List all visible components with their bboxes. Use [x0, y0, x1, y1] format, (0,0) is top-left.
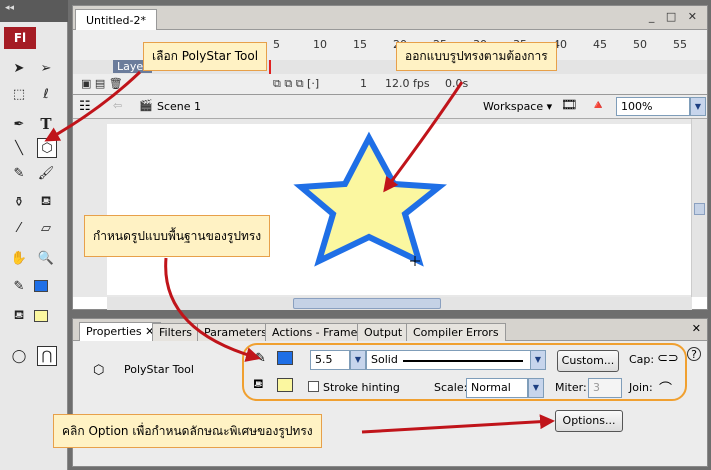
tab-actions-frame[interactable]: Actions - Frame — [265, 323, 365, 341]
selection-tool-icon[interactable]: ➤ — [9, 58, 29, 78]
vertical-scrollbar[interactable] — [691, 119, 707, 297]
current-frame: 1 — [360, 77, 367, 90]
frame-number: 15 — [353, 38, 367, 51]
zoom-dropdown-icon[interactable]: ▼ — [690, 97, 706, 116]
frame-number: 55 — [673, 38, 687, 51]
vertical-scroll-thumb[interactable] — [694, 203, 705, 215]
custom-button[interactable]: Custom... — [557, 350, 619, 372]
stroke-color-picker[interactable] — [277, 351, 293, 365]
stroke-preview-line — [403, 360, 523, 362]
pencil-tool-icon[interactable]: ✎ — [9, 163, 29, 183]
stroke-width-field[interactable]: 5.5 — [310, 350, 350, 370]
cap-icon[interactable]: ⊂⊃ — [657, 351, 679, 366]
hand-tool-icon[interactable]: ✋ — [9, 248, 29, 268]
line-tool-icon[interactable]: ╲ — [9, 138, 29, 158]
ink-bottle-tool-icon[interactable]: ⚱ — [9, 192, 29, 212]
scene-icon: 🎬 — [139, 99, 153, 112]
miter-field[interactable]: 3 — [588, 378, 622, 398]
tab-parameters[interactable]: Parameters — [197, 323, 274, 341]
scene-label[interactable]: Scene 1 — [157, 100, 201, 113]
tab-properties[interactable]: Properties ✕ — [79, 322, 162, 341]
stroke-style-select[interactable]: Solid — [366, 350, 532, 370]
fill-color-icon: ⛾ — [13, 307, 25, 323]
subselection-tool-icon[interactable]: ➢ — [36, 58, 56, 78]
elapsed-time: 0.0s — [445, 77, 469, 90]
stroke-color-icon: ✎ — [13, 278, 25, 294]
options-button[interactable]: Options... — [555, 410, 623, 432]
panel-menu-icon[interactable]: ✕ — [692, 322, 701, 335]
stroke-style-dropdown-icon[interactable]: ▼ — [530, 350, 546, 370]
tab-compiler-errors[interactable]: Compiler Errors — [406, 323, 506, 341]
brush-tool-icon[interactable]: 🖌 — [36, 163, 56, 183]
frame-number: 50 — [633, 38, 647, 51]
flash-logo: Fl — [4, 27, 36, 49]
polystar-icon: ⬡ — [93, 363, 105, 378]
polystar-tool-icon[interactable]: ⬡ — [37, 138, 57, 158]
tool-name: PolyStar Tool — [124, 363, 194, 376]
pen-tool-icon[interactable]: ✒ — [9, 114, 29, 134]
stroke-hinting-label: Stroke hinting — [323, 381, 400, 394]
scale-dropdown-icon[interactable]: ▼ — [528, 378, 544, 398]
miter-label: Miter: — [555, 381, 587, 394]
callout-basic: กำหนดรูปแบบพื้นฐานของรูปทรง — [84, 215, 271, 257]
lasso-tool-icon[interactable]: ℓ — [36, 84, 56, 104]
snap-to-objects-icon[interactable]: ⋂ — [37, 346, 57, 366]
tools-panel-header[interactable]: ◂◂ — [0, 0, 68, 22]
star-shape[interactable] — [107, 124, 692, 295]
text-tool-icon[interactable]: T — [36, 114, 56, 134]
paint-bucket-tool-icon[interactable]: ⛾ — [36, 192, 56, 212]
fill-color-picker[interactable] — [277, 378, 293, 392]
help-icon[interactable]: ? — [687, 347, 701, 361]
tab-output[interactable]: Output — [357, 323, 410, 341]
scale-select[interactable]: Normal — [466, 378, 528, 398]
timeline-buttons-icon[interactable]: ▣ ▤ 🗑 — [81, 77, 123, 90]
collapse-icon[interactable]: ◂◂ — [5, 3, 14, 13]
stroke-color-swatch[interactable] — [34, 280, 48, 292]
timeline-toggle-icon[interactable]: ☷ — [79, 99, 91, 114]
document-tab-bar: Untitled-2* _ □ ✕ — [73, 6, 707, 30]
edit-bar: ☷ ⇦ 🎬 Scene 1 Workspace ▾ 🎞 🔺 100% ▼ — [73, 95, 707, 119]
properties-tab-bar: Properties ✕ Filters Parameters Actions … — [73, 319, 707, 341]
object-drawing-icon[interactable]: ◯ — [9, 346, 29, 366]
callout-design: ออกแบบรูปทรงตามต้องการ — [396, 42, 557, 71]
stroke-hinting-checkbox[interactable] — [308, 381, 319, 392]
workspace-menu[interactable]: Workspace ▾ — [483, 100, 552, 113]
horizontal-scroll-thumb[interactable] — [293, 298, 441, 309]
stage[interactable] — [107, 124, 692, 295]
pencil-icon: ✎ — [255, 351, 266, 366]
back-arrow-icon[interactable]: ⇦ — [113, 99, 122, 112]
horizontal-scrollbar[interactable] — [107, 297, 692, 310]
timeline-status: ▣ ▤ 🗑 ⧉ ⧉ ⧉ [·] 1 12.0 fps 0.0s — [73, 74, 707, 92]
frame-rate: 12.0 fps — [385, 77, 430, 90]
window-buttons[interactable]: _ □ ✕ — [649, 10, 701, 23]
eraser-tool-icon[interactable]: ▱ — [36, 218, 56, 238]
join-label: Join: — [629, 381, 653, 394]
scale-label: Scale: — [434, 381, 468, 394]
playhead[interactable] — [269, 60, 271, 74]
onion-skin-icons[interactable]: ⧉ ⧉ ⧉ [·] — [273, 77, 319, 91]
stage-area — [73, 119, 707, 297]
fill-color-swatch[interactable] — [34, 310, 48, 322]
edit-symbols-icon[interactable]: 🎞 — [561, 98, 578, 113]
zoom-field[interactable]: 100% — [616, 97, 690, 116]
fill-bucket-icon: ⛾ — [253, 377, 264, 392]
tab-filters[interactable]: Filters — [152, 323, 199, 341]
frame-number: 10 — [313, 38, 327, 51]
cap-label: Cap: — [629, 353, 655, 366]
free-transform-tool-icon[interactable]: ⬚ — [9, 84, 29, 104]
tools-panel: ◂◂ Fl ➤ ➢ ⬚ ℓ ✒ T ╲ ⬡ ✎ 🖌 ⚱ ⛾ ⁄ ▱ ✋ 🔍 ✎ … — [0, 0, 68, 470]
callout-option: คลิก Option เพื่อกำหนดลักษณะพิเศษของรูปท… — [53, 414, 322, 448]
stroke-width-dropdown-icon[interactable]: ▼ — [350, 350, 366, 370]
callout-polystar: เลือก PolyStar Tool — [143, 42, 268, 71]
frame-number: 5 — [273, 38, 280, 51]
document-tab[interactable]: Untitled-2* — [75, 9, 157, 30]
frame-number: 45 — [593, 38, 607, 51]
edit-scene-icon[interactable]: 🔺 — [590, 98, 606, 113]
eyedropper-tool-icon[interactable]: ⁄ — [9, 218, 29, 238]
join-icon[interactable]: ⌒ — [659, 378, 672, 397]
zoom-tool-icon[interactable]: 🔍 — [36, 248, 56, 268]
